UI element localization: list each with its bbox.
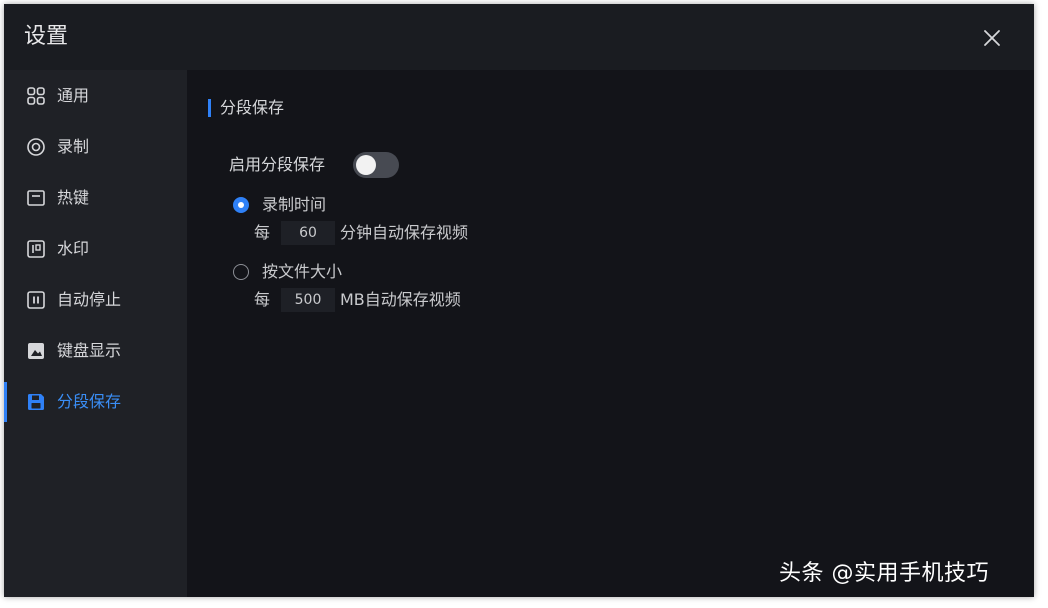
keyboard-display-icon — [28, 343, 44, 359]
sidebar-item-label: 通用 — [57, 86, 90, 105]
radio-by-time-label: 录制时间 — [262, 195, 327, 214]
dialog-title: 设置 — [24, 24, 69, 49]
sidebar-item-label: 键盘显示 — [57, 341, 122, 360]
toggle-knob — [356, 155, 376, 175]
settings-sidebar: 通用 录制 热键 水印 自动停止 键盘显示 分段保存 — [4, 70, 187, 597]
sidebar-item-watermark[interactable]: 水印 — [4, 229, 187, 269]
record-icon — [27, 138, 45, 156]
close-icon — [984, 30, 1000, 46]
sidebar-item-hotkey[interactable]: 热键 — [4, 178, 187, 218]
interval-prefix: 每 — [254, 223, 271, 242]
sidebar-item-auto-stop[interactable]: 自动停止 — [4, 280, 187, 320]
sidebar-item-keyboard-display[interactable]: 键盘显示 — [4, 331, 187, 371]
watermark-icon — [27, 240, 45, 258]
sidebar-item-general[interactable]: 通用 — [4, 76, 187, 116]
enable-segment-save-toggle[interactable] — [353, 152, 399, 178]
size-interval-suffix: MB自动保存视频 — [340, 290, 461, 309]
sidebar-item-label: 热键 — [57, 188, 90, 207]
enable-segment-save-label: 启用分段保存 — [229, 155, 326, 174]
settings-content: 分段保存 启用分段保存 录制时间 每 分钟自动保存视频 按文件大小 每 MB自动… — [187, 70, 1034, 597]
pause-icon — [27, 291, 45, 309]
sidebar-item-segment-save[interactable]: 分段保存 — [4, 382, 187, 422]
sidebar-item-label: 水印 — [57, 239, 90, 258]
radio-by-time[interactable] — [233, 197, 249, 213]
close-button[interactable] — [980, 26, 1004, 50]
section-accent-bar — [208, 99, 211, 117]
hotkey-icon — [27, 190, 45, 206]
size-prefix: 每 — [254, 290, 271, 309]
sidebar-item-record[interactable]: 录制 — [4, 127, 187, 167]
radio-by-size[interactable] — [233, 264, 249, 280]
source-watermark: 头条 @实用手机技巧 — [779, 561, 989, 586]
section-title: 分段保存 — [220, 98, 285, 117]
radio-by-size-label: 按文件大小 — [262, 262, 343, 281]
time-interval-suffix: 分钟自动保存视频 — [340, 223, 469, 242]
time-interval-input[interactable] — [281, 221, 335, 245]
settings-dialog: 设置 通用 录制 热键 水印 自动停止 键盘显示 分段保存 分段保存 启用分段保… — [4, 4, 1034, 597]
floppy-save-icon — [28, 394, 44, 410]
title-bar: 设置 — [4, 4, 1034, 70]
grid-icon — [27, 87, 45, 105]
sidebar-item-label: 分段保存 — [57, 392, 122, 411]
sidebar-item-label: 录制 — [57, 137, 90, 156]
size-interval-input[interactable] — [281, 288, 335, 312]
sidebar-item-label: 自动停止 — [57, 290, 122, 309]
